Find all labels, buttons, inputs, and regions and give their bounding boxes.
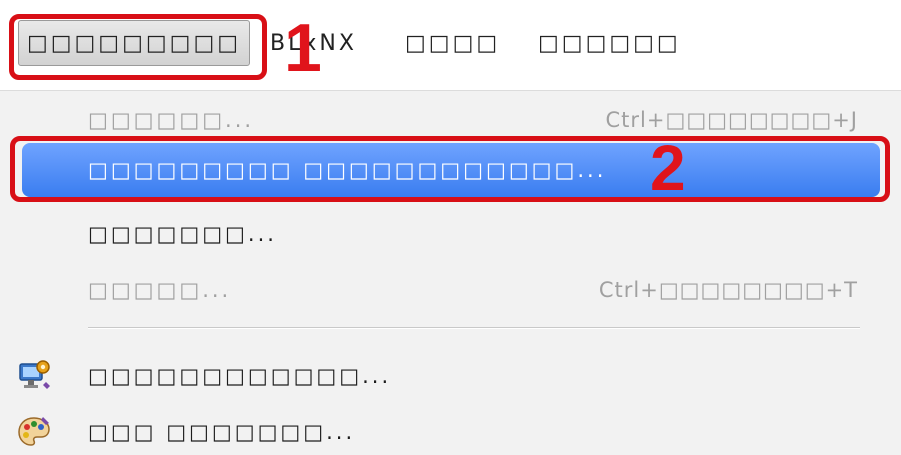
menu-item-3[interactable]: □□□□□□□... (22, 207, 880, 261)
menu-item-3-label: □□□□□□□... (88, 222, 277, 246)
menu-item-1[interactable]: □□□□□□... Ctrl+□□□□□□□□+J (22, 93, 880, 147)
menu-item-4-label: □□□□□... (88, 278, 232, 302)
palette-icon (16, 414, 52, 450)
menu-item-4[interactable]: □□□□□... Ctrl+□□□□□□□□+T (22, 263, 880, 317)
app-window: □□□□□□□□□ BLxNX □□□□ □□□□□□ □□□□□□... Ct… (0, 0, 901, 455)
menu-item-1-shortcut: Ctrl+□□□□□□□□+J (605, 108, 858, 132)
help-dropdown-menu: □□□□□□... Ctrl+□□□□□□□□+J □□□□□□□□□ □□□□… (0, 90, 901, 455)
menu-item-1-label: □□□□□□... (88, 108, 255, 132)
menu-vcs[interactable]: □□□□ (405, 20, 500, 66)
menu-window-label: □□□□□□ (538, 30, 681, 56)
menu-application[interactable]: BLxNX (270, 20, 357, 66)
menu-item-4-shortcut: Ctrl+□□□□□□□□+T (598, 278, 858, 302)
menu-help-label: □□□□□□□□□ (26, 30, 242, 56)
menu-item-2-label: □□□□□□□□□ □□□□□□□□□□□□... (88, 158, 607, 182)
menu-bar: □□□□□□□□□ BLxNX □□□□ □□□□□□ (0, 0, 901, 90)
menu-item-5-label: □□□□□□□□□□□□... (88, 364, 392, 388)
menu-item-5[interactable]: □□□□□□□□□□□□... (19, 349, 880, 403)
computer-gear-icon (16, 358, 52, 394)
menu-window[interactable]: □□□□□□ (538, 20, 681, 66)
menu-item-6-label: □□□ □□□□□□□... (88, 420, 356, 444)
menu-item-6[interactable]: □□□ □□□□□□□... (18, 405, 880, 455)
menu-help[interactable]: □□□□□□□□□ (18, 20, 250, 66)
menu-separator (88, 327, 860, 329)
menu-application-label: BLxNX (270, 30, 357, 56)
menu-item-2-selected[interactable]: □□□□□□□□□ □□□□□□□□□□□□... (22, 143, 880, 197)
menu-vcs-label: □□□□ (405, 30, 501, 56)
